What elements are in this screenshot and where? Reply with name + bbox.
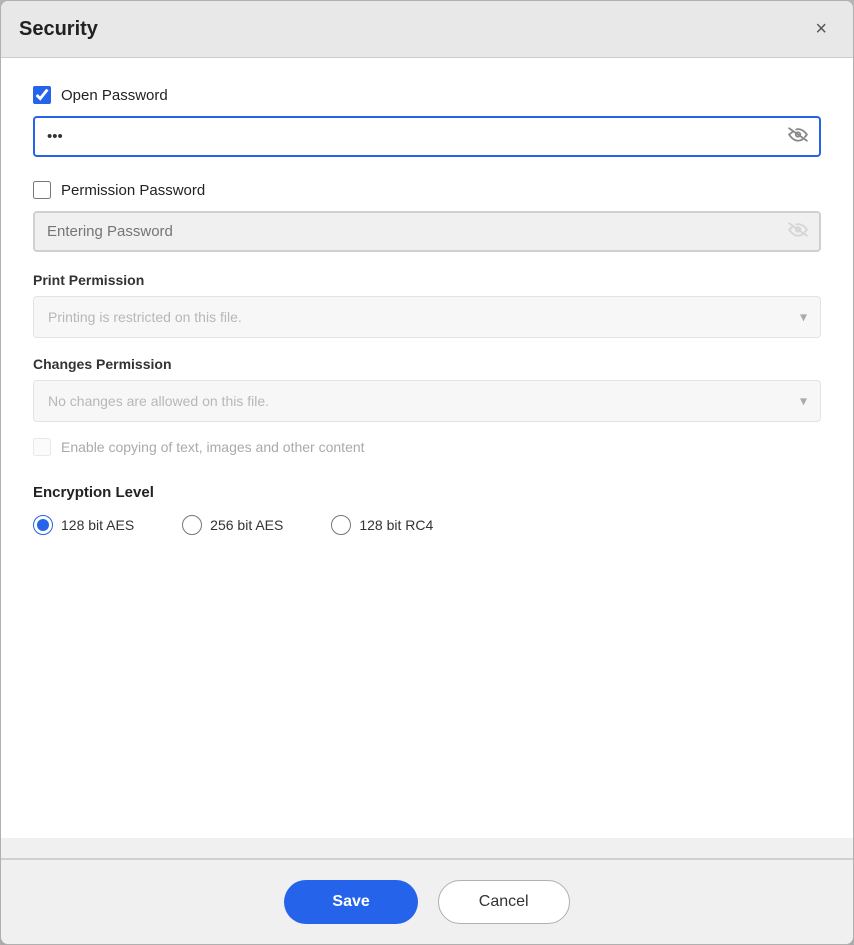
- open-password-eye-icon[interactable]: [787, 126, 809, 147]
- dialog-body: Open Password Permission Pa: [1, 58, 853, 838]
- save-button[interactable]: Save: [284, 880, 417, 924]
- changes-permission-group: Changes Permission No changes are allowe…: [33, 356, 821, 422]
- cancel-button[interactable]: Cancel: [438, 880, 570, 924]
- print-permission-label: Print Permission: [33, 272, 821, 288]
- open-password-checkbox-row: Open Password: [33, 86, 821, 104]
- copy-content-checkbox[interactable]: [33, 438, 51, 456]
- close-button[interactable]: ×: [807, 15, 835, 43]
- permission-password-checkbox-row: Permission Password: [33, 181, 821, 199]
- changes-permission-dropdown-wrapper: No changes are allowed on this file. ▾: [33, 380, 821, 422]
- copy-content-row: Enable copying of text, images and other…: [33, 438, 821, 456]
- print-permission-dropdown-wrapper: Printing is restricted on this file. ▾: [33, 296, 821, 338]
- dialog-title: Security: [19, 18, 98, 41]
- permission-password-checkbox[interactable]: [33, 181, 51, 199]
- encryption-256aes-label: 256 bit AES: [210, 517, 283, 533]
- permission-sub-section: Print Permission Printing is restricted …: [33, 272, 821, 456]
- open-password-section: Open Password: [33, 86, 821, 157]
- encryption-level-section: Encryption Level 128 bit AES 256 bit AES…: [33, 480, 821, 535]
- permission-password-field-wrapper: [33, 211, 821, 252]
- changes-permission-dropdown[interactable]: No changes are allowed on this file.: [33, 380, 821, 422]
- encryption-128rc4-radio[interactable]: [331, 515, 351, 535]
- dialog-header: Security ×: [1, 1, 853, 58]
- encryption-256aes-radio[interactable]: [182, 515, 202, 535]
- encryption-128aes-radio[interactable]: [33, 515, 53, 535]
- open-password-input[interactable]: [33, 116, 821, 157]
- encryption-128aes-item: 128 bit AES: [33, 515, 134, 535]
- security-dialog: Security × Open Password: [0, 0, 854, 945]
- encryption-128aes-label: 128 bit AES: [61, 517, 134, 533]
- encryption-128rc4-label: 128 bit RC4: [359, 517, 433, 533]
- copy-content-label: Enable copying of text, images and other…: [61, 439, 365, 455]
- dialog-footer: Save Cancel: [1, 859, 853, 944]
- print-permission-dropdown[interactable]: Printing is restricted on this file.: [33, 296, 821, 338]
- permission-password-input[interactable]: [33, 211, 821, 252]
- permission-password-eye-icon: [787, 221, 809, 242]
- encryption-256aes-item: 256 bit AES: [182, 515, 283, 535]
- permission-password-label: Permission Password: [61, 182, 205, 199]
- changes-permission-label: Changes Permission: [33, 356, 821, 372]
- encryption-radio-group: 128 bit AES 256 bit AES 128 bit RC4: [33, 515, 821, 535]
- permission-password-section: Permission Password Print Permissi: [33, 181, 821, 456]
- open-password-checkbox[interactable]: [33, 86, 51, 104]
- open-password-label: Open Password: [61, 87, 168, 104]
- print-permission-group: Print Permission Printing is restricted …: [33, 272, 821, 338]
- open-password-field-wrapper: [33, 116, 821, 157]
- encryption-128rc4-item: 128 bit RC4: [331, 515, 433, 535]
- encryption-level-title: Encryption Level: [33, 484, 821, 501]
